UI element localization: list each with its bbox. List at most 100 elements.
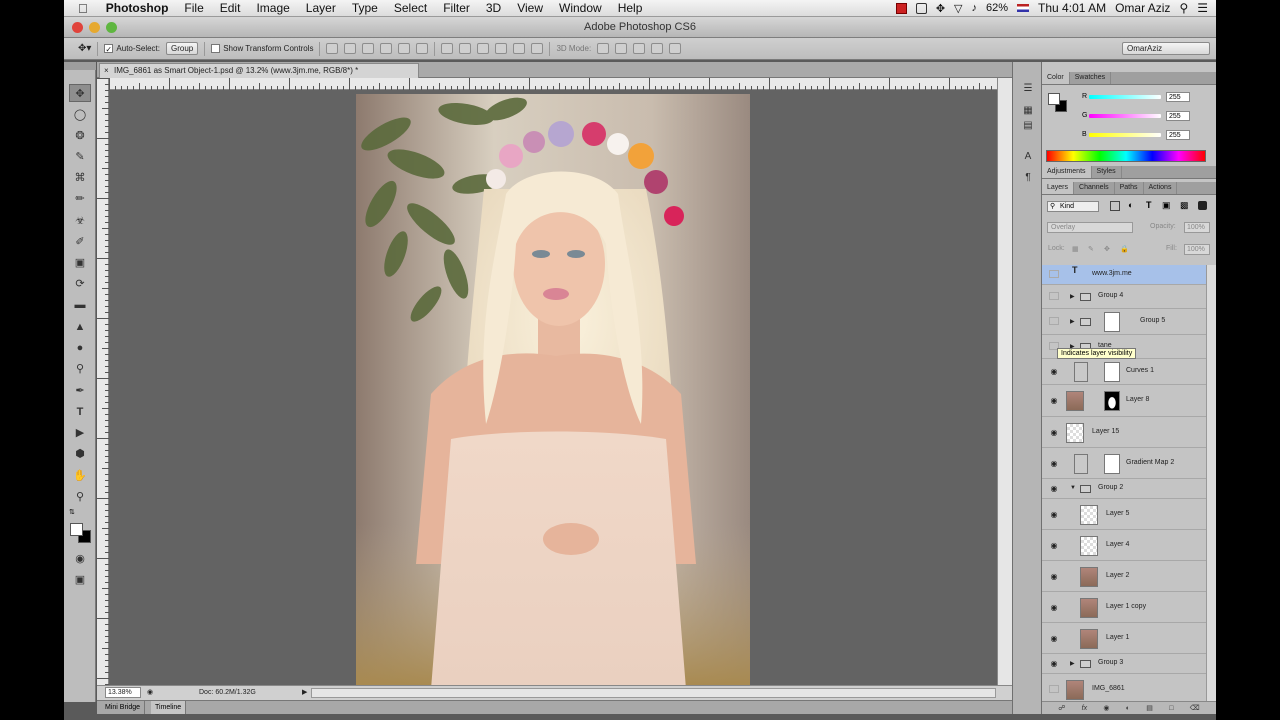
filter-toggle-icon[interactable] [1198,201,1207,210]
bluetooth-icon[interactable]: ✥ [936,2,945,15]
visibility-eye-icon[interactable] [1049,685,1059,693]
horizontal-ruler[interactable] [109,78,997,90]
marquee-tool-icon[interactable]: ◯ [69,106,91,124]
menu-image[interactable]: Image [248,1,297,15]
distribute-hcenter-icon[interactable] [513,43,526,54]
close-tab-icon[interactable]: × [104,64,109,77]
apple-icon[interactable]:  [64,1,98,16]
visibility-eye-icon[interactable]: ◉ [1049,484,1059,493]
delete-layer-icon[interactable]: ⌫ [1190,704,1200,712]
layer-row[interactable]: ◉ Curves 1 [1042,359,1206,385]
visibility-eye-icon[interactable] [1049,270,1059,278]
type-tool-icon[interactable]: T [69,403,91,421]
wifi-icon[interactable]: ▽ [954,2,962,15]
filter-type-icon[interactable]: T [1146,200,1152,210]
g-slider[interactable] [1089,114,1161,118]
add-mask-icon[interactable]: ◉ [1103,704,1109,712]
close-window-button[interactable] [72,22,83,33]
pen-tool-icon[interactable]: ✒ [69,382,91,400]
menu-app-name[interactable]: Photoshop [98,1,177,15]
filter-adjust-icon[interactable]: ◐ [1128,200,1133,210]
history-brush-tool-icon[interactable]: ⟳ [69,275,91,293]
path-select-tool-icon[interactable]: ▶ [69,424,91,442]
r-value[interactable]: 255 [1166,92,1190,102]
zoom-field[interactable]: 13.38% [105,687,141,698]
align-top-icon[interactable] [326,43,339,54]
layer-mask-thumbnail[interactable] [1104,454,1120,474]
visibility-eye-icon[interactable]: ◉ [1049,603,1059,612]
swap-colors-icon[interactable]: ⇅ [69,508,75,516]
visibility-eye-icon[interactable]: ◉ [1049,428,1059,437]
kind-filter-dropdown[interactable]: ⚲ Kind [1047,201,1099,212]
layers-scrollbar[interactable] [1206,265,1216,701]
layer-thumbnail[interactable] [1080,629,1098,649]
quick-select-tool-icon[interactable]: ✎ [69,148,91,166]
horizontal-scrollbar[interactable] [311,688,996,698]
blur-tool-icon[interactable]: ● [69,339,91,357]
menu-select[interactable]: Select [386,1,435,15]
new-group-icon[interactable]: ▤ [1146,704,1153,712]
align-vcenter-icon[interactable] [344,43,357,54]
artwork-photo[interactable] [356,94,750,689]
quick-mask-icon[interactable]: ◉ [69,550,91,568]
layer-row[interactable]: ◉ Layer 4 [1042,530,1206,561]
healing-tool-icon[interactable]: ☣ [69,212,91,230]
layer-row[interactable]: ◉ Layer 2 [1042,561,1206,592]
user-name[interactable]: Omar Aziz [1115,1,1170,15]
r-slider[interactable] [1089,95,1161,99]
crop-tool-icon[interactable]: ⌘ [69,169,91,187]
layer-thumbnail[interactable] [1066,391,1084,411]
layer-row[interactable]: IMG_6861 [1042,674,1206,701]
visibility-eye-icon[interactable] [1049,317,1059,325]
3d-scale-icon[interactable] [669,43,682,54]
distribute-bottom-icon[interactable] [477,43,490,54]
character-panel-icon[interactable]: A [1021,150,1035,164]
filter-shape-icon[interactable]: ▣ [1162,200,1171,211]
lock-all-icon[interactable]: 🔒 [1120,245,1129,253]
minimize-window-button[interactable] [89,22,100,33]
workspace-dropdown[interactable]: OmarAziz [1122,42,1210,55]
status-menu-arrow-icon[interactable]: ▶ [302,686,307,700]
info-panel-icon[interactable]: ▤ [1021,119,1035,133]
layer-row[interactable]: ◉ Layer 8 [1042,385,1206,417]
shape-tool-icon[interactable]: ⬢ [69,445,91,463]
g-value[interactable]: 255 [1166,111,1190,121]
layer-thumbnail[interactable] [1080,505,1098,525]
new-adjustment-icon[interactable]: ◐ [1126,705,1130,712]
align-bottom-icon[interactable] [362,43,375,54]
tab-styles[interactable]: Styles [1092,166,1122,178]
layer-row[interactable]: ◉ Layer 1 copy [1042,592,1206,623]
align-left-icon[interactable] [380,43,393,54]
tab-layers[interactable]: Layers [1042,182,1075,194]
foreground-color-swatch[interactable] [70,523,83,536]
color-spectrum[interactable] [1046,150,1206,162]
tab-mini-bridge[interactable]: Mini Bridge [101,701,146,714]
3d-roll-icon[interactable] [615,43,628,54]
volume-icon[interactable]: ♪ [972,2,978,14]
align-hcenter-icon[interactable] [398,43,411,54]
align-right-icon[interactable] [416,43,429,54]
eyedropper-tool-icon[interactable]: ✏ [69,190,91,208]
menu-window[interactable]: Window [551,1,610,15]
layer-thumbnail[interactable] [1080,598,1098,618]
auto-select-checkbox[interactable]: ✓ Auto-Select: [104,44,160,54]
paragraph-panel-icon[interactable]: ¶ [1021,171,1035,185]
layer-thumbnail[interactable] [1066,423,1084,443]
dodge-tool-icon[interactable]: ⚲ [69,360,91,378]
new-layer-icon[interactable]: □ [1169,705,1173,712]
hand-tool-icon[interactable]: ✋ [69,467,91,485]
menu-layer[interactable]: Layer [298,1,344,15]
fx-icon[interactable]: fx [1082,705,1087,712]
tab-swatches[interactable]: Swatches [1070,72,1112,84]
distribute-left-icon[interactable] [495,43,508,54]
visibility-eye-icon[interactable]: ◉ [1049,459,1059,468]
lasso-tool-icon[interactable]: ❂ [69,127,91,145]
visibility-eye-icon[interactable]: ◉ [1049,396,1059,405]
3d-pan-icon[interactable] [633,43,646,54]
status-info-icon[interactable]: ◉ [147,686,153,700]
vertical-ruler[interactable] [97,78,109,685]
tab-color[interactable]: Color [1042,72,1070,84]
tab-actions[interactable]: Actions [1144,182,1178,194]
distribute-top-icon[interactable] [441,43,454,54]
visibility-eye-icon[interactable]: ◉ [1049,572,1059,581]
